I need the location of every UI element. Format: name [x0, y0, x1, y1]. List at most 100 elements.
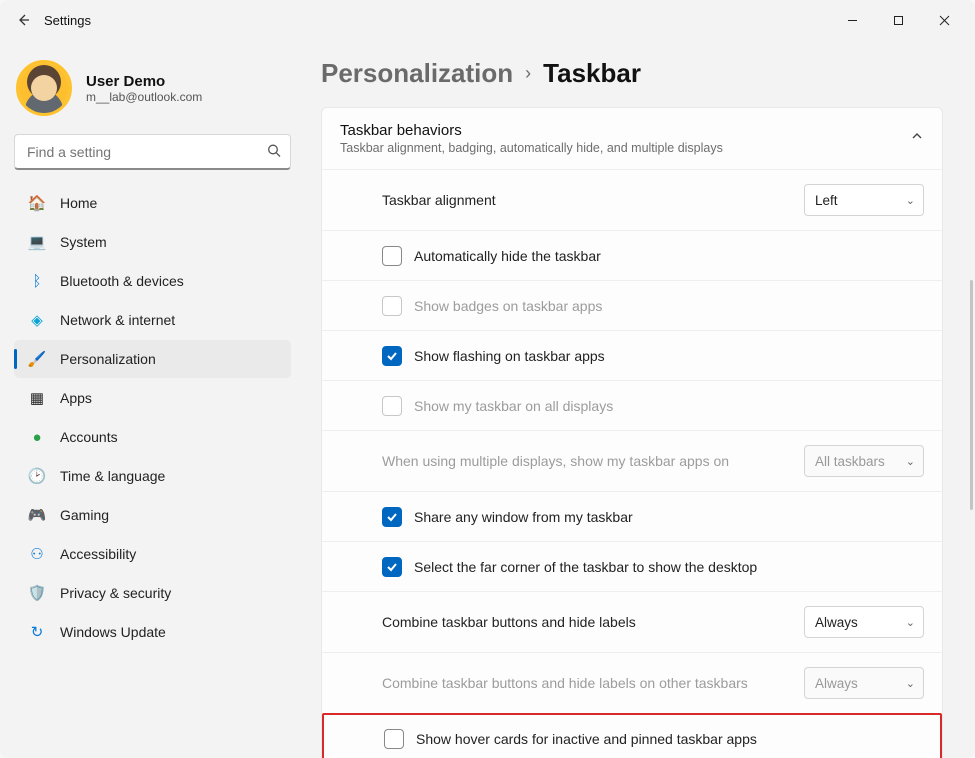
bluetooth-icon: ᛒ — [28, 272, 46, 290]
close-button[interactable] — [921, 4, 967, 36]
user-email: m__lab@outlook.com — [86, 90, 202, 104]
chevron-down-icon: ⌄ — [906, 616, 915, 629]
sidebar-item-label: Gaming — [60, 507, 109, 523]
sidebar-item-label: Accounts — [60, 429, 118, 445]
content-area: Personalization › Taskbar Taskbar behavi… — [305, 40, 975, 758]
user-account-row[interactable]: User Demo m__lab@outlook.com — [14, 54, 291, 134]
gamepad-icon: 🎮 — [28, 506, 46, 524]
chevron-down-icon: ⌄ — [906, 194, 915, 207]
back-button[interactable] — [8, 5, 38, 35]
alldisplays-checkbox — [382, 396, 402, 416]
chevron-down-icon: ⌄ — [906, 455, 915, 468]
nav-list: 🏠 Home 💻 System ᛒ Bluetooth & devices ◈ Netw… — [14, 184, 291, 651]
card-subtitle: Taskbar alignment, badging, automaticall… — [340, 141, 723, 155]
row-autohide: Automatically hide the taskbar — [322, 230, 942, 280]
close-icon — [939, 15, 950, 26]
sidebar-item-label: Home — [60, 195, 97, 211]
sidebar-item-label: Windows Update — [60, 624, 166, 640]
sidebar-item-accounts[interactable]: ● Accounts — [14, 418, 291, 456]
hovercards-checkbox[interactable] — [384, 729, 404, 749]
person-icon: ● — [28, 428, 46, 446]
sidebar: User Demo m__lab@outlook.com 🏠 Home 💻 Syst… — [0, 40, 305, 758]
apps-icon: ▦ — [28, 389, 46, 407]
sidebar-item-label: Privacy & security — [60, 585, 171, 601]
badges-checkbox — [382, 296, 402, 316]
update-icon: ↻ — [28, 623, 46, 641]
accessibility-icon: ⚇ — [28, 545, 46, 563]
row-label: Automatically hide the taskbar — [414, 248, 924, 264]
row-badges: Show badges on taskbar apps — [322, 280, 942, 330]
search-input[interactable] — [14, 134, 291, 170]
sidebar-item-bluetooth[interactable]: ᛒ Bluetooth & devices — [14, 262, 291, 300]
page-title: Taskbar — [543, 58, 641, 89]
minimize-icon — [847, 15, 858, 26]
sidebar-item-system[interactable]: 💻 System — [14, 223, 291, 261]
search-icon — [267, 144, 281, 161]
arrow-left-icon — [15, 12, 31, 28]
settings-rows: Taskbar alignment Left⌄ Automatically hi… — [322, 169, 942, 758]
card-title: Taskbar behaviors — [340, 122, 723, 139]
row-sharewindow: Share any window from my taskbar — [322, 491, 942, 541]
sidebar-item-update[interactable]: ↻ Windows Update — [14, 613, 291, 651]
breadcrumb: Personalization › Taskbar — [321, 58, 943, 89]
row-flashing: Show flashing on taskbar apps — [322, 330, 942, 380]
breadcrumb-parent[interactable]: Personalization — [321, 58, 513, 89]
sharewindow-checkbox[interactable] — [382, 507, 402, 527]
sidebar-item-label: Personalization — [60, 351, 156, 367]
row-farcorner: Select the far corner of the taskbar to … — [322, 541, 942, 591]
farcorner-checkbox[interactable] — [382, 557, 402, 577]
row-label: Share any window from my taskbar — [414, 509, 924, 525]
maximize-button[interactable] — [875, 4, 921, 36]
home-icon: 🏠 — [28, 194, 46, 212]
taskbar-behaviors-card: Taskbar behaviors Taskbar alignment, bad… — [321, 107, 943, 758]
card-header[interactable]: Taskbar behaviors Taskbar alignment, bad… — [322, 108, 942, 169]
row-label: Combine taskbar buttons and hide labels — [382, 614, 792, 630]
sidebar-item-label: Network & internet — [60, 312, 175, 328]
system-icon: 💻 — [28, 233, 46, 251]
user-name: User Demo — [86, 73, 202, 90]
row-label: Show my taskbar on all displays — [414, 398, 924, 414]
sidebar-item-privacy[interactable]: 🛡️ Privacy & security — [14, 574, 291, 612]
sidebar-item-apps[interactable]: ▦Apps — [14, 379, 291, 417]
wifi-icon: ◈ — [28, 311, 46, 329]
shield-icon: 🛡️ — [28, 584, 46, 602]
titlebar: Settings — [0, 0, 975, 40]
multidisplay-select: All taskbars⌄ — [804, 445, 924, 477]
autohide-checkbox[interactable] — [382, 246, 402, 266]
chevron-down-icon: ⌄ — [906, 677, 915, 690]
minimize-button[interactable] — [829, 4, 875, 36]
row-label: Taskbar alignment — [382, 192, 792, 208]
row-label: Show flashing on taskbar apps — [414, 348, 924, 364]
combine-other-select: Always⌄ — [804, 667, 924, 699]
sidebar-item-gaming[interactable]: 🎮 Gaming — [14, 496, 291, 534]
sidebar-item-personalization[interactable]: 🖌️Personalization — [14, 340, 291, 378]
search-container — [14, 134, 291, 170]
sidebar-item-label: Time & language — [60, 468, 165, 484]
row-label: Show badges on taskbar apps — [414, 298, 924, 314]
sidebar-item-label: System — [60, 234, 107, 250]
sidebar-item-home[interactable]: 🏠 Home — [14, 184, 291, 222]
row-label: When using multiple displays, show my ta… — [382, 453, 792, 469]
row-hovercards: Show hover cards for inactive and pinned… — [322, 713, 942, 758]
row-multidisplay: When using multiple displays, show my ta… — [322, 430, 942, 491]
flashing-checkbox[interactable] — [382, 346, 402, 366]
chevron-up-icon — [910, 129, 924, 148]
settings-window: Settings User Demo m__lab@outlook.com 🏠 H… — [0, 0, 975, 758]
sidebar-item-time[interactable]: 🕑 Time & language — [14, 457, 291, 495]
maximize-icon — [893, 15, 904, 26]
combine-select[interactable]: Always⌄ — [804, 606, 924, 638]
alignment-select[interactable]: Left⌄ — [804, 184, 924, 216]
chevron-right-icon: › — [525, 63, 531, 84]
clock-icon: 🕑 — [28, 467, 46, 485]
window-title: Settings — [44, 13, 91, 28]
avatar — [16, 60, 72, 116]
sidebar-item-accessibility[interactable]: ⚇ Accessibility — [14, 535, 291, 573]
scrollbar-thumb[interactable] — [970, 280, 973, 510]
window-controls — [829, 4, 967, 36]
row-alldisplays: Show my taskbar on all displays — [322, 380, 942, 430]
sidebar-item-label: Bluetooth & devices — [60, 273, 184, 289]
sidebar-item-network[interactable]: ◈ Network & internet — [14, 301, 291, 339]
sidebar-item-label: Accessibility — [60, 546, 136, 562]
row-combine: Combine taskbar buttons and hide labels … — [322, 591, 942, 652]
row-label: Combine taskbar buttons and hide labels … — [382, 675, 792, 691]
